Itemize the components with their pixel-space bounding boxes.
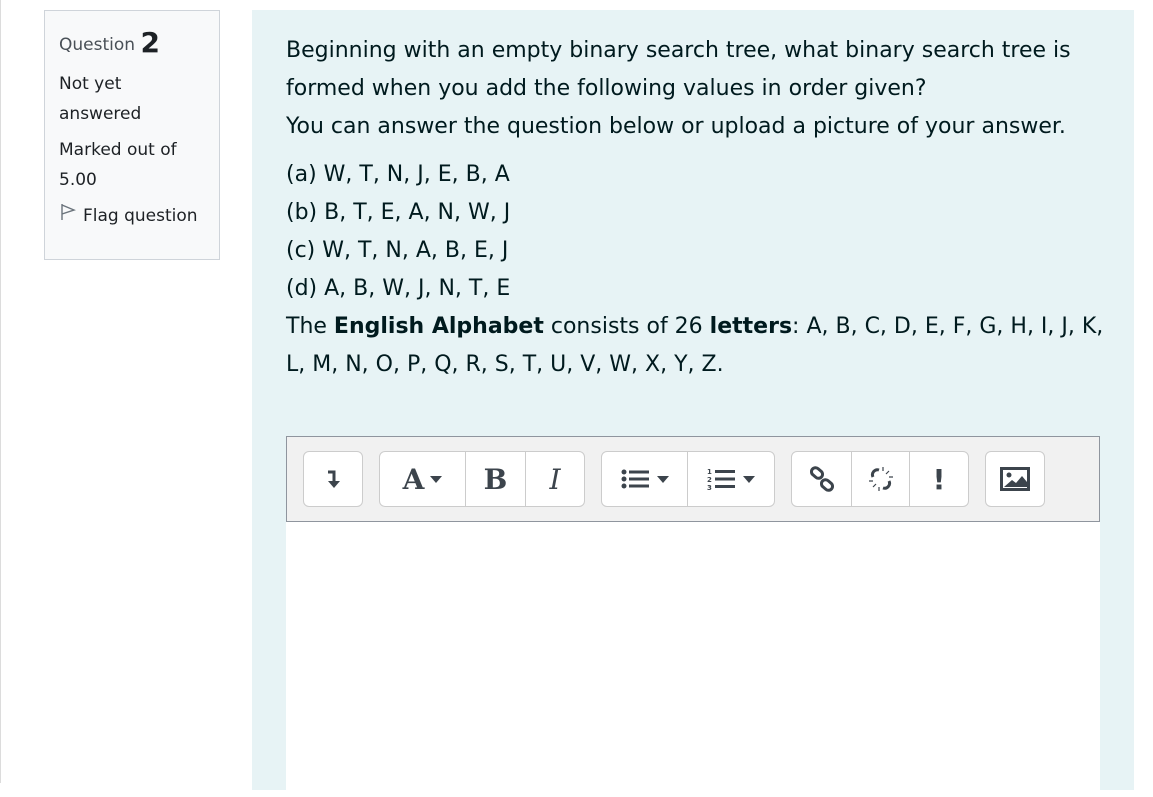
link-button[interactable] (792, 452, 852, 506)
question-content: Beginning with an empty binary search tr… (252, 10, 1134, 797)
toolbar-group-style: A B I (379, 451, 585, 507)
toolbar-toggle-button[interactable] (304, 452, 362, 506)
toolbar-group-media (985, 451, 1045, 507)
question-prompt: Beginning with an empty binary search tr… (286, 38, 1071, 101)
question-label: Question (59, 35, 136, 55)
editor-toolbar: A B I 123 ! (286, 436, 1100, 522)
link-icon (809, 466, 834, 492)
unordered-list-button[interactable] (602, 452, 688, 506)
option-b: (b) B, T, E, A, N, W, J (286, 200, 511, 225)
chevron-down-icon (656, 475, 669, 483)
question-text: Beginning with an empty binary search tr… (286, 32, 1106, 384)
question-number: Question 2 (59, 29, 205, 59)
toolbar-group-links: ! (791, 451, 969, 507)
italic-button[interactable]: I (526, 452, 584, 506)
alpha-bold-2: letters (709, 314, 793, 339)
alpha-bold-1: English Alphabet (333, 314, 544, 339)
question-number-value: 2 (140, 26, 160, 59)
option-d: (d) A, B, W, J, N, T, E (286, 276, 511, 301)
page-edge (0, 0, 1, 783)
question-grade: Marked out of 5.00 (59, 140, 177, 190)
chevron-down-icon (430, 475, 443, 483)
alpha-pre: The (286, 314, 334, 339)
insert-image-button[interactable] (986, 452, 1044, 506)
toolbar-group-collapse (303, 451, 363, 507)
question-options: (a) W, T, N, J, E, B, A (b) B, T, E, A, … (286, 156, 1106, 308)
svg-text:2: 2 (707, 476, 712, 484)
image-icon (1000, 467, 1030, 491)
toolbar-group-lists: 123 (601, 451, 775, 507)
unlink-button[interactable] (852, 452, 910, 506)
arrow-down-right-icon (328, 470, 340, 488)
answer-editor: A B I 123 ! (286, 436, 1100, 797)
font-style-button[interactable]: A (380, 452, 466, 506)
font-style-icon: A (402, 462, 425, 496)
svg-text:3: 3 (707, 484, 712, 491)
flag-question-link[interactable]: Flag question (59, 201, 205, 231)
bullet-list-icon (621, 469, 649, 489)
alphabet-note: The English Alphabet consists of 26 lett… (286, 308, 1106, 384)
answer-textarea[interactable] (286, 522, 1100, 797)
flag-question-label: Flag question (83, 206, 198, 226)
question-state: Not yet answered (59, 74, 142, 124)
option-c: (c) W, T, N, A, B, E, J (286, 238, 509, 263)
alpha-mid: consists of 26 (543, 314, 710, 339)
question-instruction: You can answer the question below or upl… (286, 114, 1066, 139)
option-a: (a) W, T, N, J, E, B, A (286, 162, 510, 187)
numbered-list-icon: 123 (707, 468, 735, 491)
chevron-down-icon (743, 475, 755, 483)
svg-text:1: 1 (707, 468, 712, 476)
question-info-panel: Question 2 Not yet answered Marked out o… (44, 10, 220, 260)
exclamation-icon: ! (932, 462, 946, 496)
bold-button[interactable]: B (466, 452, 526, 506)
italic-icon: I (549, 462, 561, 496)
ordered-list-button[interactable]: 123 (688, 452, 774, 506)
accessibility-checker-button[interactable]: ! (910, 452, 968, 506)
bold-icon: B (483, 462, 508, 496)
unlink-icon (868, 467, 893, 491)
flag-icon (59, 201, 77, 231)
